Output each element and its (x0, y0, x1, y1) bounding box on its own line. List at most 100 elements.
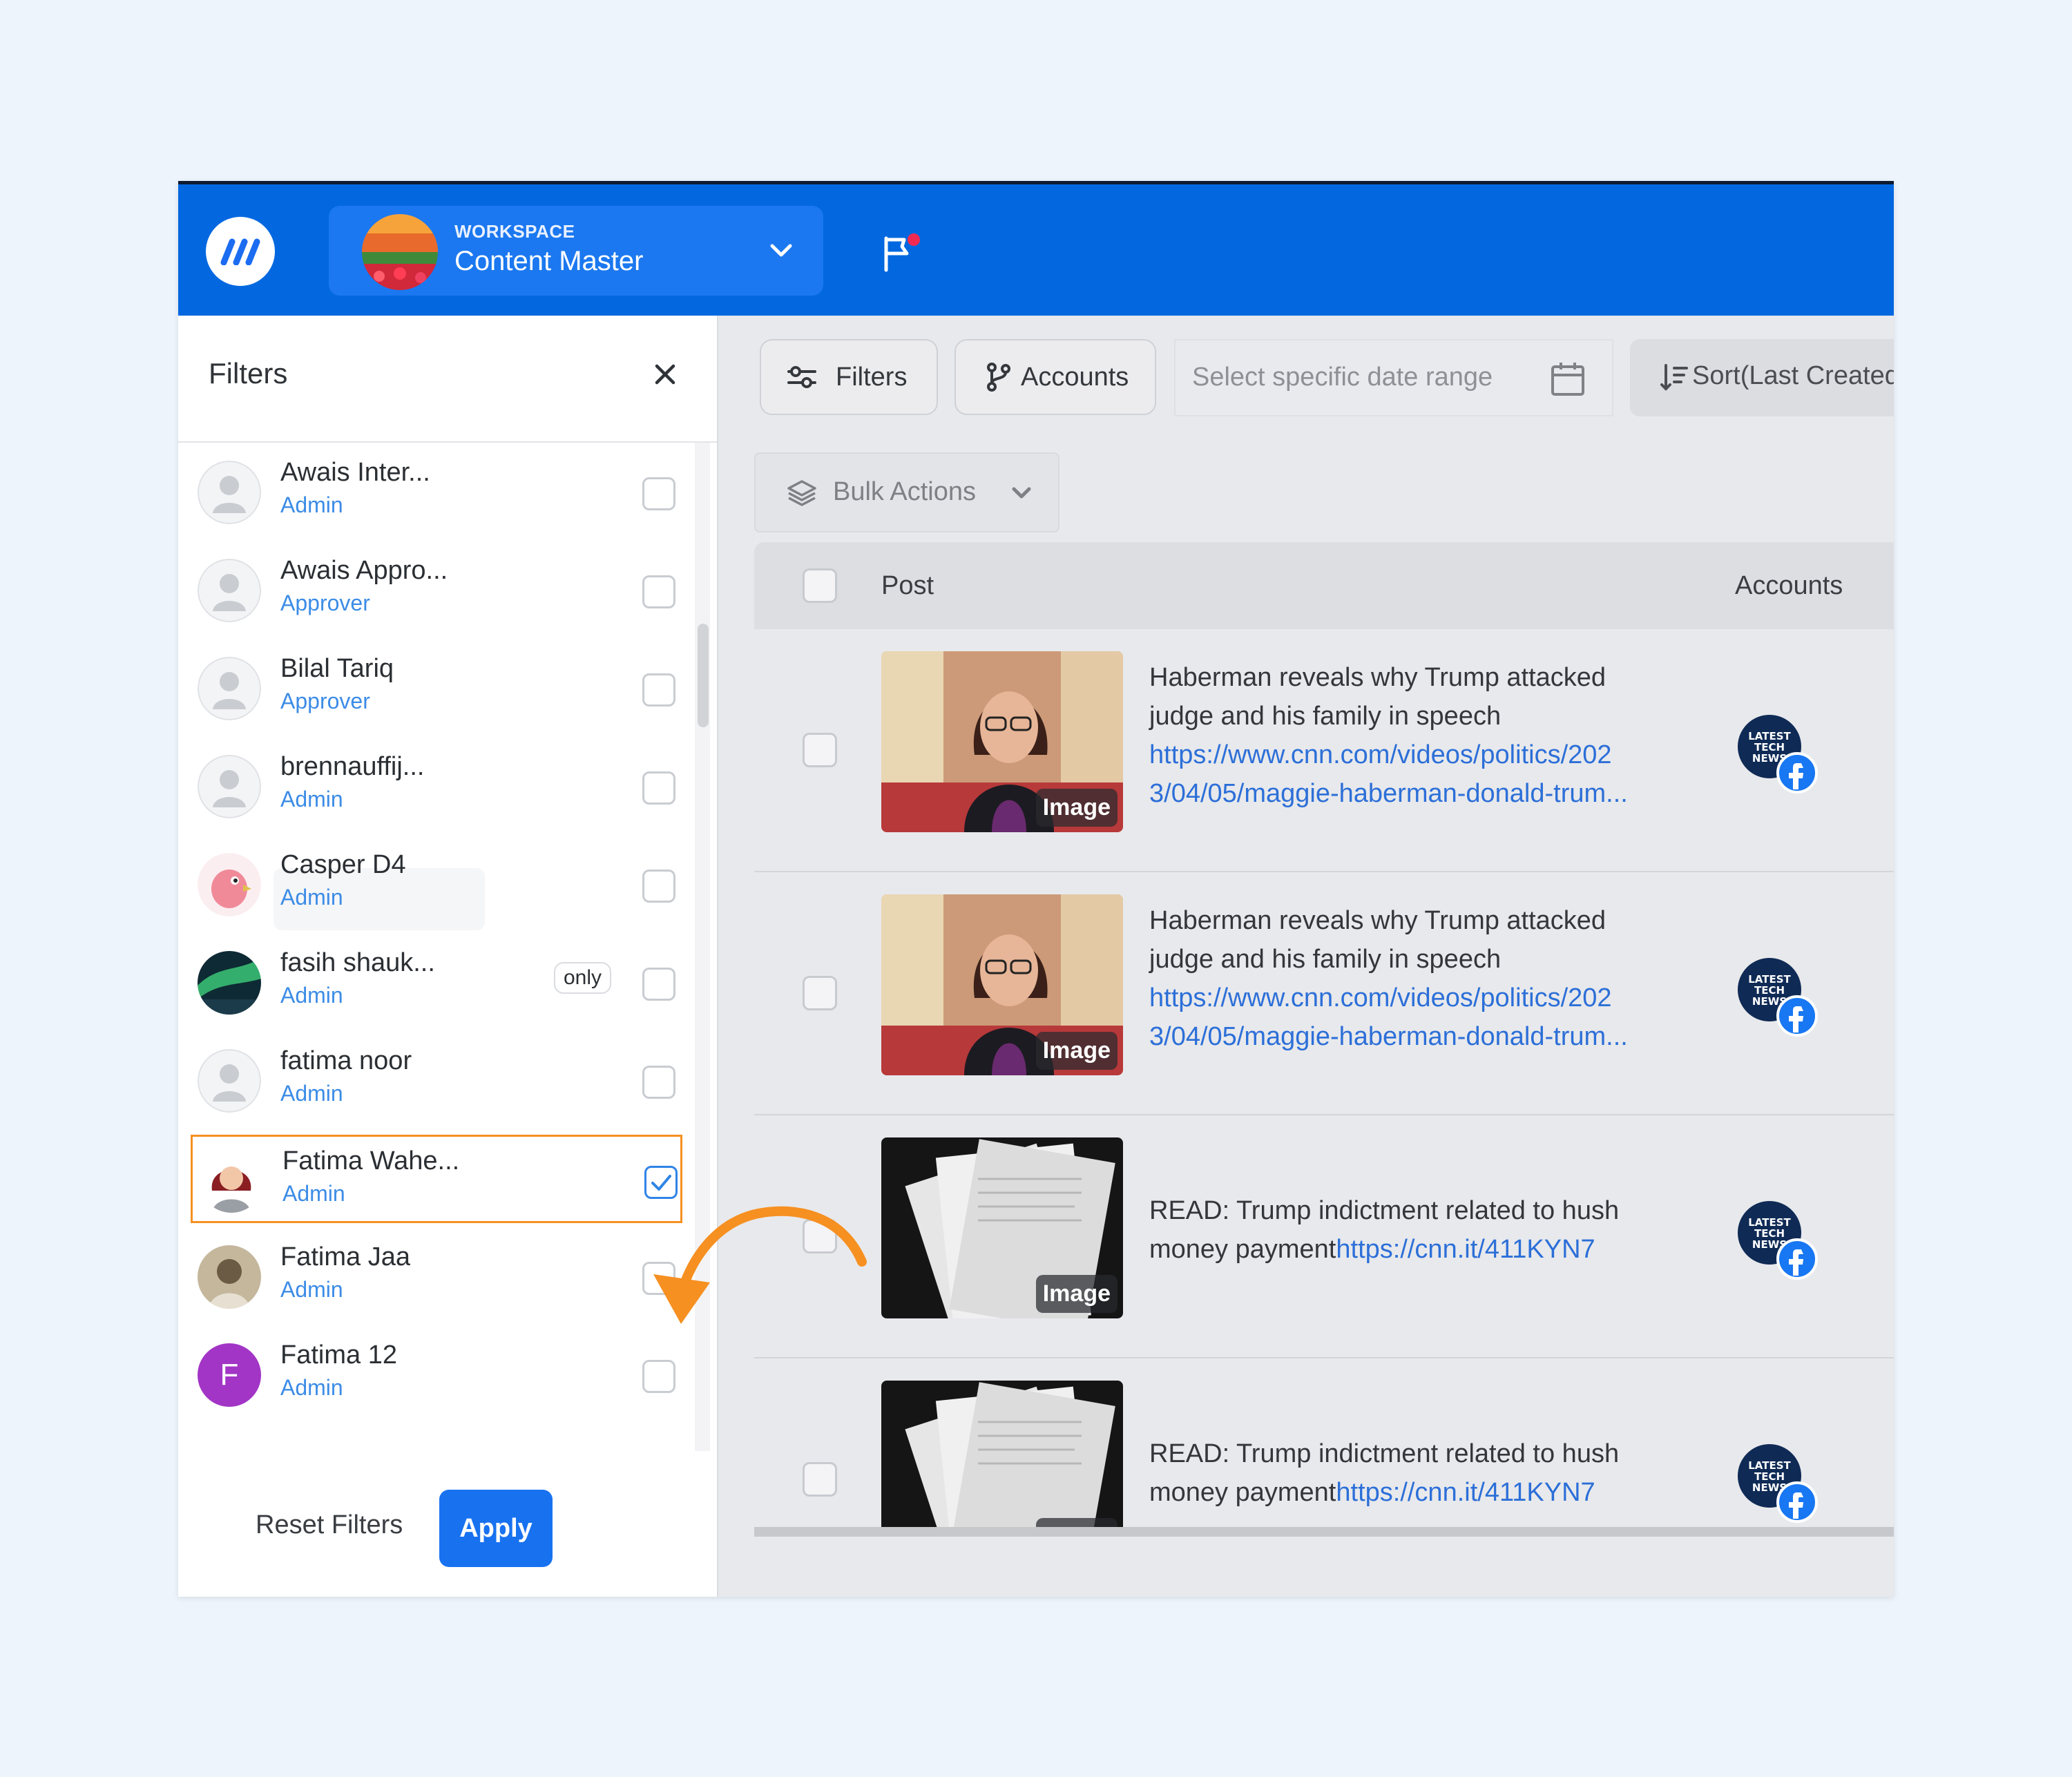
user-filter-row[interactable]: Fatima Jaa Admin (191, 1233, 682, 1321)
facebook-account-avatar[interactable]: LATEST TECH NEWS (1735, 1441, 1818, 1524)
table-row[interactable]: Image Haberman reveals why Trump attacked… (754, 872, 1894, 1115)
select-all-checkbox[interactable] (803, 568, 837, 603)
table-row[interactable]: Image Haberman reveals why Trump attacked… (754, 629, 1894, 872)
avatar (198, 755, 261, 818)
user-name: Fatima 12 (280, 1341, 397, 1370)
avatar (200, 1149, 263, 1213)
flag-notification-icon[interactable] (879, 233, 921, 274)
avatar-initial: F (220, 1358, 239, 1392)
sort-button[interactable]: Sort(Last Created (1630, 339, 1894, 416)
bulk-actions-label: Bulk Actions (833, 477, 976, 506)
post-link[interactable]: 3/04/05/maggie-haberman-donald-trum... (1149, 1017, 1633, 1056)
posts-table: Post Accounts Image Haberman reveals why … (754, 542, 1894, 1537)
main-content: Filters Accounts Select specific date ra… (718, 316, 1894, 1597)
image-type-badge: Image (1035, 1032, 1117, 1070)
table-row[interactable]: Image READ: Trump indictment related to h… (754, 1358, 1894, 1537)
image-type-badge: Image (1035, 789, 1117, 827)
user-name: Fatima Wahe... (282, 1146, 460, 1175)
avatar (198, 951, 261, 1015)
user-filter-row[interactable]: F Fatima 12 Admin (191, 1331, 682, 1419)
user-filter-row[interactable]: Casper D4 Admin (191, 841, 682, 930)
user-filter-row[interactable]: Awais Appro... Approver (191, 546, 682, 635)
user-role: Approver (280, 590, 370, 615)
table-row[interactable]: Image READ: Trump indictment related to h… (754, 1115, 1894, 1358)
workspace-avatar (362, 214, 438, 290)
post-thumbnail[interactable]: Image (881, 651, 1123, 832)
user-checkbox[interactable] (642, 1066, 675, 1099)
user-role: Admin (280, 983, 343, 1008)
list-scrollbar-thumb[interactable] (698, 624, 709, 727)
user-checkbox[interactable] (642, 870, 675, 903)
bulk-actions-dropdown[interactable]: Bulk Actions (754, 452, 1059, 532)
user-checkbox[interactable] (642, 771, 675, 805)
accounts-button-label: Accounts (1021, 362, 1129, 392)
row-checkbox[interactable] (803, 733, 837, 767)
avatar (198, 461, 261, 524)
post-text: READ: Trump indictment related to hush m… (1149, 1434, 1647, 1512)
post-caption: Haberman reveals why Trump attacked judg… (1149, 906, 1606, 974)
user-role: Admin (280, 787, 343, 811)
post-link[interactable]: https://www.cnn.com/videos/politics/202 (1149, 736, 1633, 774)
workspace-switcher[interactable]: WORKSPACE Content Master (329, 206, 823, 296)
annotation-arrow-icon (653, 1206, 867, 1324)
top-bar: WORKSPACE Content Master (178, 184, 1894, 316)
user-checkbox[interactable] (642, 477, 675, 510)
filters-panel: Filters Awais Inter... Admin Awais Appro..… (178, 316, 718, 1597)
post-thumbnail[interactable]: Image (881, 894, 1123, 1075)
avatar (198, 1245, 261, 1309)
user-role: Admin (282, 1181, 345, 1206)
post-text: Haberman reveals why Trump attacked judg… (1149, 658, 1633, 813)
close-icon[interactable] (648, 357, 682, 392)
user-filter-row[interactable]: fasih shauk... Admin only (191, 939, 682, 1027)
user-checkbox[interactable] (642, 1360, 675, 1393)
user-name: fatima noor (280, 1046, 412, 1075)
user-checkbox[interactable] (642, 673, 675, 707)
user-role: Admin (280, 1277, 343, 1302)
layers-icon (787, 480, 816, 506)
reset-filters-button[interactable]: Reset Filters (256, 1510, 403, 1540)
user-filter-row[interactable]: fatima noor Admin (191, 1037, 682, 1125)
accounts-button[interactable]: Accounts (955, 339, 1156, 415)
only-badge[interactable]: only (554, 962, 612, 994)
avatar (198, 559, 261, 622)
chevron-down-icon (1012, 487, 1031, 499)
post-link[interactable]: https://www.cnn.com/videos/politics/202 (1149, 979, 1633, 1017)
app-logo-icon[interactable] (206, 217, 275, 286)
branch-icon (987, 363, 1010, 392)
sort-label: Sort(Last Created (1692, 361, 1894, 390)
user-filter-row[interactable]: brennauffij... Admin (191, 742, 682, 831)
post-caption: Haberman reveals why Trump attacked judg… (1149, 663, 1606, 731)
filters-button[interactable]: Filters (760, 339, 938, 415)
user-name: Fatima Jaa (280, 1242, 410, 1271)
post-thumbnail[interactable]: Image (881, 1137, 1123, 1318)
row-checkbox[interactable] (803, 1462, 837, 1497)
apply-button[interactable]: Apply (439, 1490, 553, 1567)
post-link[interactable]: https://cnn.it/411KYN7 (1336, 1235, 1595, 1264)
post-link[interactable]: https://cnn.it/411KYN7 (1336, 1478, 1595, 1507)
sliders-icon (787, 366, 816, 388)
user-filter-row[interactable]: Awais Inter... Admin (191, 448, 682, 537)
facebook-account-avatar[interactable]: LATEST TECH NEWS (1735, 955, 1818, 1038)
user-checkbox[interactable] (642, 575, 675, 608)
user-name: brennauffij... (280, 752, 425, 781)
image-type-badge: Image (1035, 1275, 1117, 1313)
filters-button-label: Filters (836, 362, 908, 392)
column-header-accounts: Accounts (1735, 571, 1843, 600)
post-link[interactable]: 3/04/05/maggie-haberman-donald-trum... (1149, 774, 1633, 813)
user-name: Casper D4 (280, 850, 406, 879)
column-header-post: Post (881, 571, 934, 600)
app-window: WORKSPACE Content Master Filters Awais I… (178, 181, 1894, 1597)
avatar: F (198, 1343, 261, 1407)
date-range-input[interactable]: Select specific date range (1174, 339, 1613, 416)
post-thumbnail[interactable]: Image (881, 1381, 1123, 1537)
calendar-icon[interactable] (1548, 360, 1587, 398)
user-checkbox[interactable] (642, 968, 675, 1001)
row-checkbox[interactable] (803, 976, 837, 1010)
post-text: Haberman reveals why Trump attacked judg… (1149, 901, 1633, 1056)
user-role: Admin (280, 492, 343, 517)
facebook-account-avatar[interactable]: LATEST TECH NEWS (1735, 1198, 1818, 1281)
facebook-account-avatar[interactable]: LATEST TECH NEWS (1735, 712, 1818, 795)
table-horizontal-scrollbar[interactable] (754, 1527, 1894, 1537)
user-filter-row[interactable]: Fatima Wahe... Admin (191, 1135, 682, 1223)
user-filter-row[interactable]: Bilal Tariq Approver (191, 644, 682, 733)
